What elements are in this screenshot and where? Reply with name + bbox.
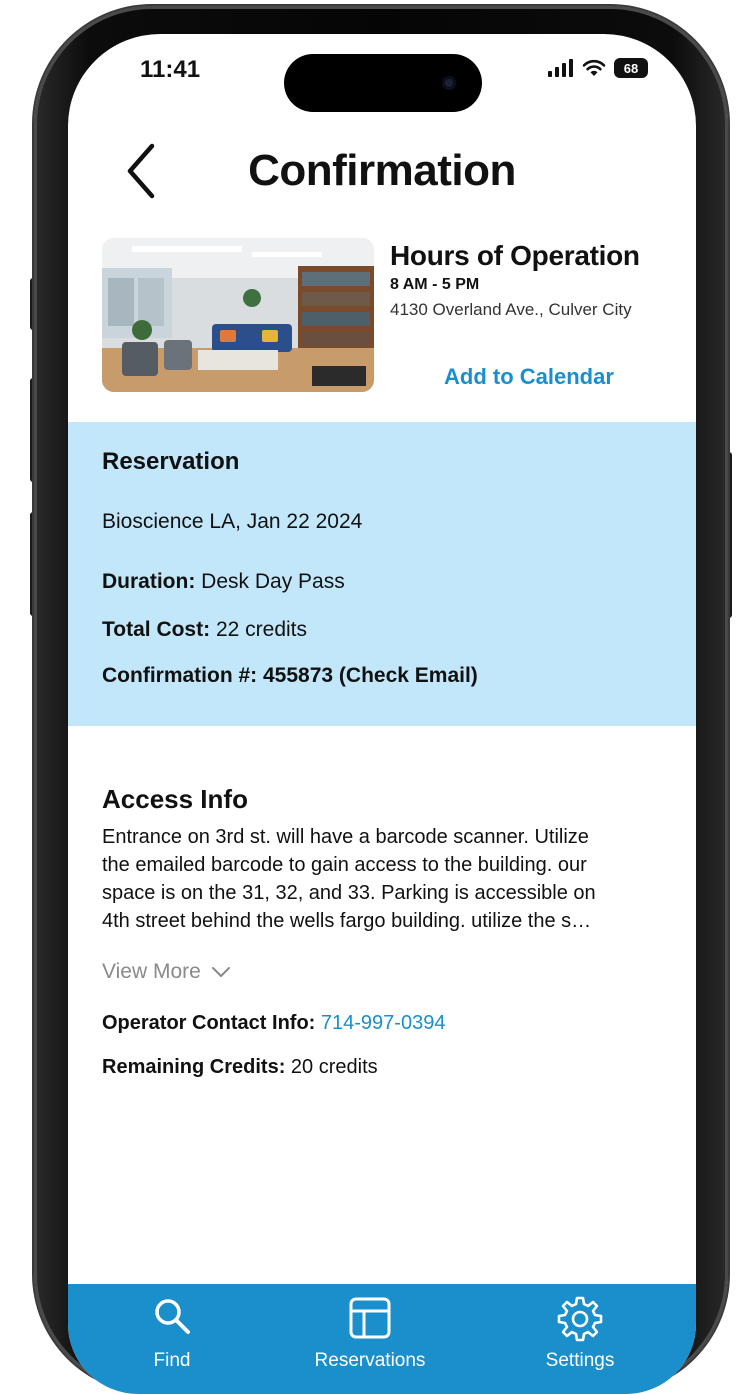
- search-icon: [155, 1299, 190, 1334]
- chevron-down-icon: [211, 967, 230, 977]
- cost-label: Total Cost:: [102, 618, 211, 641]
- operator-contact: Operator Contact Info: 714-997-0394: [102, 1012, 445, 1035]
- tab-find[interactable]: Find: [92, 1284, 252, 1384]
- page-title-text: Confirmation: [248, 146, 516, 195]
- cost-value: 22 credits: [215, 618, 307, 641]
- credits-value: 20 credits: [290, 1056, 378, 1078]
- layout-icon: [349, 1297, 391, 1339]
- reservation-panel: Reservation Bioscience LA, Jan 22 2024 D…: [68, 422, 696, 726]
- status-time: 11:41: [140, 56, 201, 83]
- access-line: Entrance on 3rd st. will have a barcode …: [102, 826, 589, 848]
- address: 4130 Overland Ave., Culver City: [390, 300, 632, 319]
- credits-label: Remaining Credits:: [102, 1056, 286, 1078]
- location-photo: [102, 238, 374, 392]
- hours-value: 8 AM - 5 PM: [390, 276, 480, 293]
- battery-level: 68: [623, 60, 639, 76]
- remaining-credits: Remaining Credits: 20 credits: [102, 1056, 378, 1079]
- dynamic-island: [284, 54, 482, 112]
- access-line: the emailed barcode to gain access to th…: [102, 854, 587, 876]
- duration-value: Desk Day Pass: [201, 570, 345, 593]
- add-to-calendar-link[interactable]: Add to Calendar: [444, 364, 614, 390]
- wifi-icon: [582, 59, 606, 76]
- hours-title: Hours of Operation: [390, 240, 640, 271]
- tab-bar: Find Reservations Settings: [68, 1284, 696, 1394]
- confirmation-number: Confirmation #: 455873 (Check Email): [102, 664, 478, 688]
- view-more-label: View More: [102, 960, 201, 983]
- camera-icon: [442, 76, 456, 90]
- reservation-place-date: Bioscience LA, Jan 22 2024: [102, 510, 363, 533]
- status-bar: 11:41 68: [68, 34, 696, 112]
- stage: 11:41 68 Confirmation Hours of Operation…: [0, 0, 742, 1394]
- page-title: Confirmation: [68, 146, 696, 196]
- view-more-button[interactable]: View More: [102, 960, 231, 984]
- battery-icon: 68: [614, 58, 648, 78]
- tab-settings-label: Settings: [545, 1350, 615, 1371]
- reservation-cost: Total Cost: 22 credits: [102, 618, 307, 642]
- location-info: Hours of Operation 8 AM - 5 PM 4130 Over…: [390, 240, 680, 320]
- status-icons: 68: [548, 58, 648, 78]
- access-info-heading: Access Info: [102, 784, 248, 814]
- gear-icon: [557, 1296, 603, 1342]
- access-line: 4th street behind the wells fargo buildi…: [102, 910, 592, 932]
- tab-find-label: Find: [153, 1350, 191, 1371]
- reservation-duration: Duration: Desk Day Pass: [102, 570, 345, 594]
- duration-label: Duration:: [102, 570, 196, 593]
- tab-settings[interactable]: Settings: [500, 1284, 660, 1384]
- cellular-signal-icon: [548, 59, 573, 77]
- confirmation-text: Confirmation #: 455873 (Check Email): [102, 664, 478, 687]
- operator-label: Operator Contact Info:: [102, 1012, 316, 1034]
- tab-reservations[interactable]: Reservations: [290, 1284, 450, 1384]
- access-info-text: Entrance on 3rd st. will have a barcode …: [102, 823, 672, 935]
- screen: 11:41 68 Confirmation Hours of Operation…: [68, 34, 696, 1394]
- reservation-heading: Reservation: [102, 448, 240, 475]
- operator-phone-link[interactable]: 714-997-0394: [321, 1012, 446, 1034]
- access-line: space is on the 31, 32, and 33. Parking …: [102, 882, 596, 904]
- tab-reservations-label: Reservations: [314, 1350, 426, 1371]
